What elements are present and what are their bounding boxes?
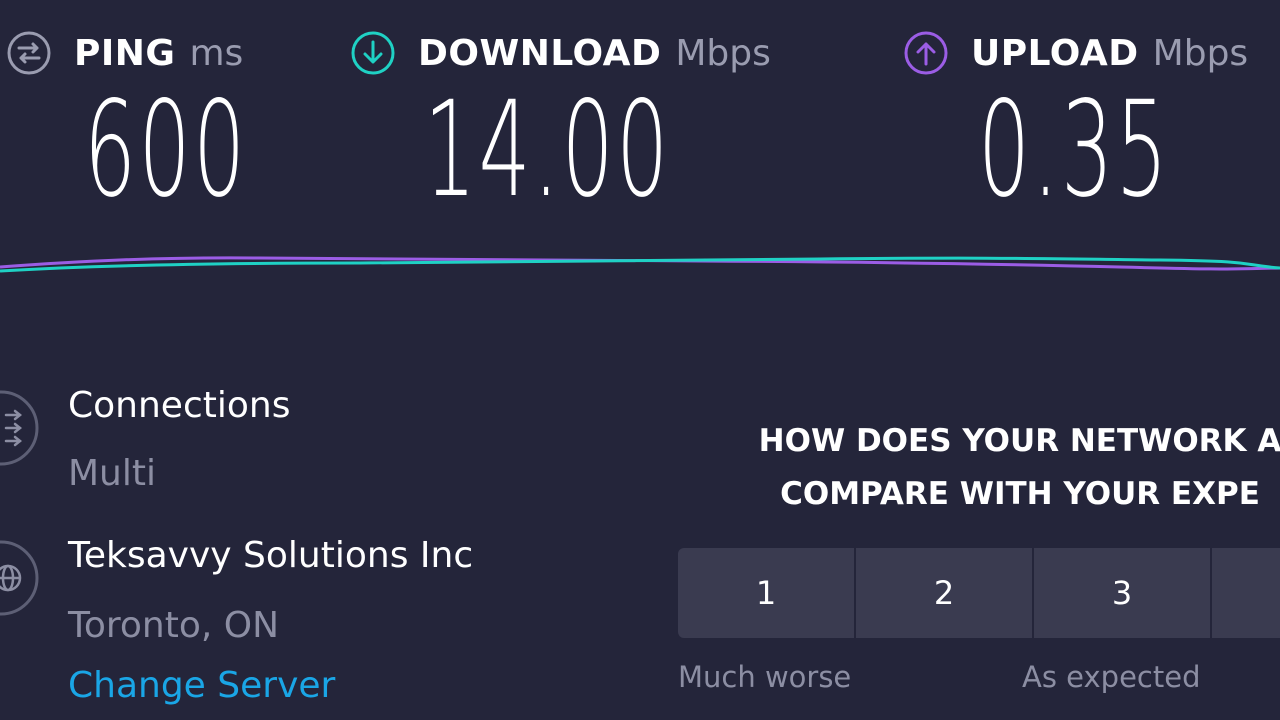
connections-title: Connections — [68, 385, 291, 426]
upload-header: UPLOAD Mbps — [903, 30, 1248, 76]
rating-button-3[interactable]: 3 — [1034, 548, 1210, 638]
download-graph-line — [0, 256, 1280, 273]
upload-arrow-icon — [904, 31, 948, 75]
download-arrow-icon — [351, 31, 395, 75]
upload-value: 0.35 — [978, 73, 1171, 227]
upload-unit: Mbps — [1152, 32, 1249, 74]
download-value: 14.00 — [424, 73, 671, 227]
connections-icon — [0, 390, 39, 466]
rating-button-1[interactable]: 1 — [678, 548, 854, 638]
ping-value: 600 — [84, 73, 248, 227]
ping-icon — [7, 31, 51, 75]
ping-label: PING — [74, 32, 176, 74]
server-location: Toronto, ON — [68, 605, 280, 646]
connections-value: Multi — [68, 453, 156, 494]
speed-graph — [0, 256, 1280, 273]
ping-unit: ms — [189, 32, 244, 74]
globe-icon — [0, 540, 39, 616]
download-label: DOWNLOAD — [418, 32, 662, 74]
rating-caption-mid: As expected — [1022, 660, 1201, 694]
download-header: DOWNLOAD Mbps — [350, 30, 771, 76]
download-unit: Mbps — [675, 32, 771, 74]
rating-button-4[interactable] — [1212, 548, 1280, 638]
survey-question-line-2: COMPARE WITH YOUR EXPE — [780, 476, 1260, 512]
speedtest-result-screen: PING ms 600 DOWNLOAD Mbps 14.00 UPLOAD M… — [0, 0, 1280, 720]
ping-header: PING ms — [6, 30, 243, 76]
rating-caption-low: Much worse — [678, 660, 852, 694]
survey-question-line-1: HOW DOES YOUR NETWORK A — [758, 423, 1280, 459]
server-name: Teksavvy Solutions Inc — [68, 535, 474, 576]
upload-label: UPLOAD — [971, 32, 1139, 74]
rating-button-2[interactable]: 2 — [856, 548, 1032, 638]
change-server-link[interactable]: Change Server — [68, 665, 335, 706]
survey-question: HOW DOES YOUR NETWORK A COMPARE WITH YOU… — [700, 415, 1280, 521]
rating-scale: 1 2 3 — [678, 548, 1280, 638]
